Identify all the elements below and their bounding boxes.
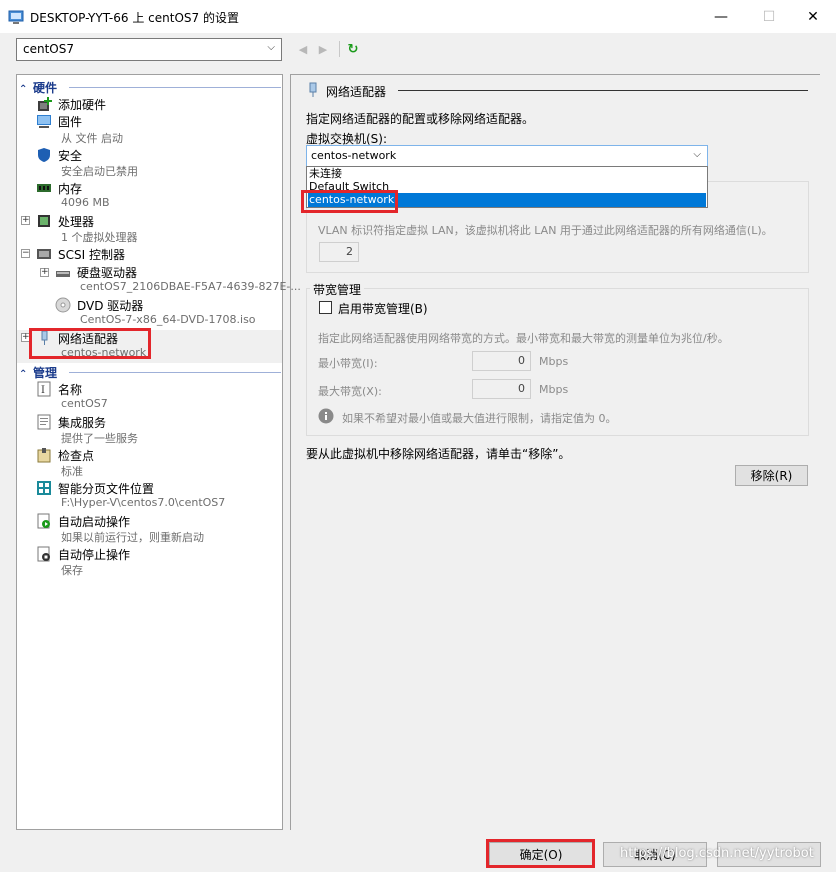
tree-item-memory[interactable]: 内存 <box>58 180 82 197</box>
tree-item-dvd-drive[interactable]: DVD 驱动器 <box>77 297 143 314</box>
vlan-description: VLAN 标识符指定虚拟 LAN，该虚拟机将此 LAN 用于通过此网络适配器的所… <box>318 224 773 237</box>
tree-item-auto-start-detail: 如果以前运行过，则重新启动 <box>61 531 204 544</box>
tree-item-auto-stop[interactable]: 自动停止操作 <box>58 546 130 563</box>
network-adapter-icon <box>309 82 317 97</box>
add-hardware-icon <box>38 97 52 111</box>
vlan-id-input[interactable]: 2 <box>319 242 359 262</box>
tree-item-security-detail: 安全启动已禁用 <box>61 165 138 178</box>
tree-item-paging-file[interactable]: 智能分页文件位置 <box>58 480 154 497</box>
highlight-centos-network-box <box>301 190 398 213</box>
paging-file-icon <box>37 481 51 495</box>
section-title-rule <box>398 90 808 91</box>
virtual-switch-value: centos-network <box>311 149 397 162</box>
tree-item-name[interactable]: 名称 <box>58 381 82 398</box>
min-bandwidth-input[interactable]: 0 <box>472 351 531 371</box>
vm-selector-dropdown[interactable]: centOS7 ⌵ <box>16 38 282 61</box>
hardware-header-label: 硬件 <box>33 81 58 95</box>
min-bandwidth-unit: Mbps <box>539 355 569 368</box>
tree-item-auto-start[interactable]: 自动启动操作 <box>58 513 130 530</box>
management-header-label: 管理 <box>33 366 58 380</box>
svg-text:I: I <box>41 385 45 396</box>
tree-item-paging-file-detail: F:\Hyper-V\centos7.0\centOS7 <box>61 496 226 509</box>
bandwidth-checkbox-label[interactable]: 启用带宽管理(B) <box>338 300 428 317</box>
management-section-header[interactable]: ⌃ 管理 <box>19 364 283 380</box>
chevron-down-icon: ⌵ <box>267 42 275 53</box>
memory-icon <box>37 184 51 192</box>
info-icon <box>318 408 334 424</box>
expand-hard-drive-icon[interactable]: + <box>40 268 49 277</box>
close-button[interactable]: ✕ <box>790 0 836 33</box>
hardware-section-header[interactable]: ⌃ 硬件 <box>19 79 283 95</box>
min-bandwidth-label: 最小带宽(I): <box>318 357 378 370</box>
title-bar: DESKTOP-YYT-66 上 centOS7 的设置 — ☐ ✕ <box>0 0 836 33</box>
tree-item-checkpoint-detail: 标准 <box>61 465 83 478</box>
settings-tree-panel <box>16 74 283 830</box>
expand-processor-icon[interactable]: + <box>21 216 30 225</box>
tree-item-firmware-detail: 从 文件 启动 <box>61 132 123 145</box>
tree-item-security[interactable]: 安全 <box>58 147 82 164</box>
remove-instruction: 要从此虚拟机中移除网络适配器，请单击“移除”。 <box>306 447 571 461</box>
highlight-network-adapter-box <box>29 328 151 359</box>
refresh-icon[interactable]: ↻ <box>345 41 361 57</box>
watermark-text: https://blog.csdn.net/yytrobot <box>620 846 814 861</box>
collapse-icon: ⌃ <box>19 369 28 380</box>
maximize-button[interactable]: ☐ <box>746 0 792 33</box>
bandwidth-title: 带宽管理 <box>310 281 365 298</box>
tree-item-name-detail: centOS7 <box>61 397 108 410</box>
max-bandwidth-unit: Mbps <box>539 383 569 396</box>
vm-selector-value: centOS7 <box>23 42 74 56</box>
collapse-icon: ⌃ <box>19 84 28 95</box>
chevron-down-icon: ⌵ <box>693 149 701 160</box>
tree-item-dvd-drive-detail: CentOS-7-x86_64-DVD-1708.iso <box>80 313 256 326</box>
back-arrow-icon[interactable]: ◀ <box>295 41 311 57</box>
bandwidth-checkbox[interactable] <box>319 301 332 314</box>
dvd-drive-icon <box>55 297 71 313</box>
toolbar-divider <box>339 41 340 57</box>
auto-start-icon <box>37 513 50 529</box>
checkpoint-icon <box>37 448 51 463</box>
minimize-button[interactable]: — <box>698 0 744 33</box>
collapse-scsi-icon[interactable]: − <box>21 249 30 258</box>
switch-option-not-connected[interactable]: 未连接 <box>308 167 706 181</box>
bandwidth-info-text: 如果不希望对最小值或最大值进行限制，请指定值为 0。 <box>342 412 617 425</box>
tree-item-hard-drive[interactable]: 硬盘驱动器 <box>77 264 137 281</box>
section-title: 网络适配器 <box>326 85 387 99</box>
tree-item-scsi-controller[interactable]: SCSI 控制器 <box>58 246 125 263</box>
hard-drive-icon <box>56 271 70 277</box>
tree-item-integration-services[interactable]: 集成服务 <box>58 414 106 431</box>
settings-window-icon <box>8 10 24 24</box>
adapter-description: 指定网络适配器的配置或移除网络适配器。 <box>306 112 535 126</box>
virtual-switch-dropdown[interactable]: centos-network ⌵ <box>306 145 708 167</box>
tree-item-processor[interactable]: 处理器 <box>58 213 94 230</box>
max-bandwidth-label: 最大带宽(X): <box>318 385 382 398</box>
tree-item-firmware[interactable]: 固件 <box>58 113 82 130</box>
tree-item-auto-stop-detail: 保存 <box>61 564 83 577</box>
tree-item-add-hardware[interactable]: 添加硬件 <box>58 96 106 113</box>
tree-item-memory-detail: 4096 MB <box>61 196 110 209</box>
tree-item-hard-drive-detail: centOS7_2106DBAE-F5A7-4639-827E-... <box>80 280 301 293</box>
bandwidth-description: 指定此网络适配器使用网络带宽的方式。最小带宽和最大带宽的测量单位为兆位/秒。 <box>318 332 729 345</box>
max-bandwidth-input[interactable]: 0 <box>472 379 531 399</box>
window-title: DESKTOP-YYT-66 上 centOS7 的设置 <box>30 11 239 25</box>
firmware-icon <box>37 115 51 128</box>
integration-services-icon <box>37 414 51 430</box>
tree-item-checkpoint[interactable]: 检查点 <box>58 447 94 464</box>
tree-item-processor-detail: 1 个虚拟处理器 <box>61 231 138 244</box>
remove-button[interactable]: 移除(R) <box>735 465 808 486</box>
name-icon: I <box>37 381 51 397</box>
shield-icon <box>38 148 50 162</box>
processor-icon <box>38 215 50 227</box>
highlight-ok-box <box>486 839 595 868</box>
forward-arrow-icon[interactable]: ▶ <box>315 41 331 57</box>
auto-stop-icon <box>37 546 50 562</box>
scsi-controller-icon <box>37 249 51 259</box>
tree-item-integration-services-detail: 提供了一些服务 <box>61 432 138 445</box>
